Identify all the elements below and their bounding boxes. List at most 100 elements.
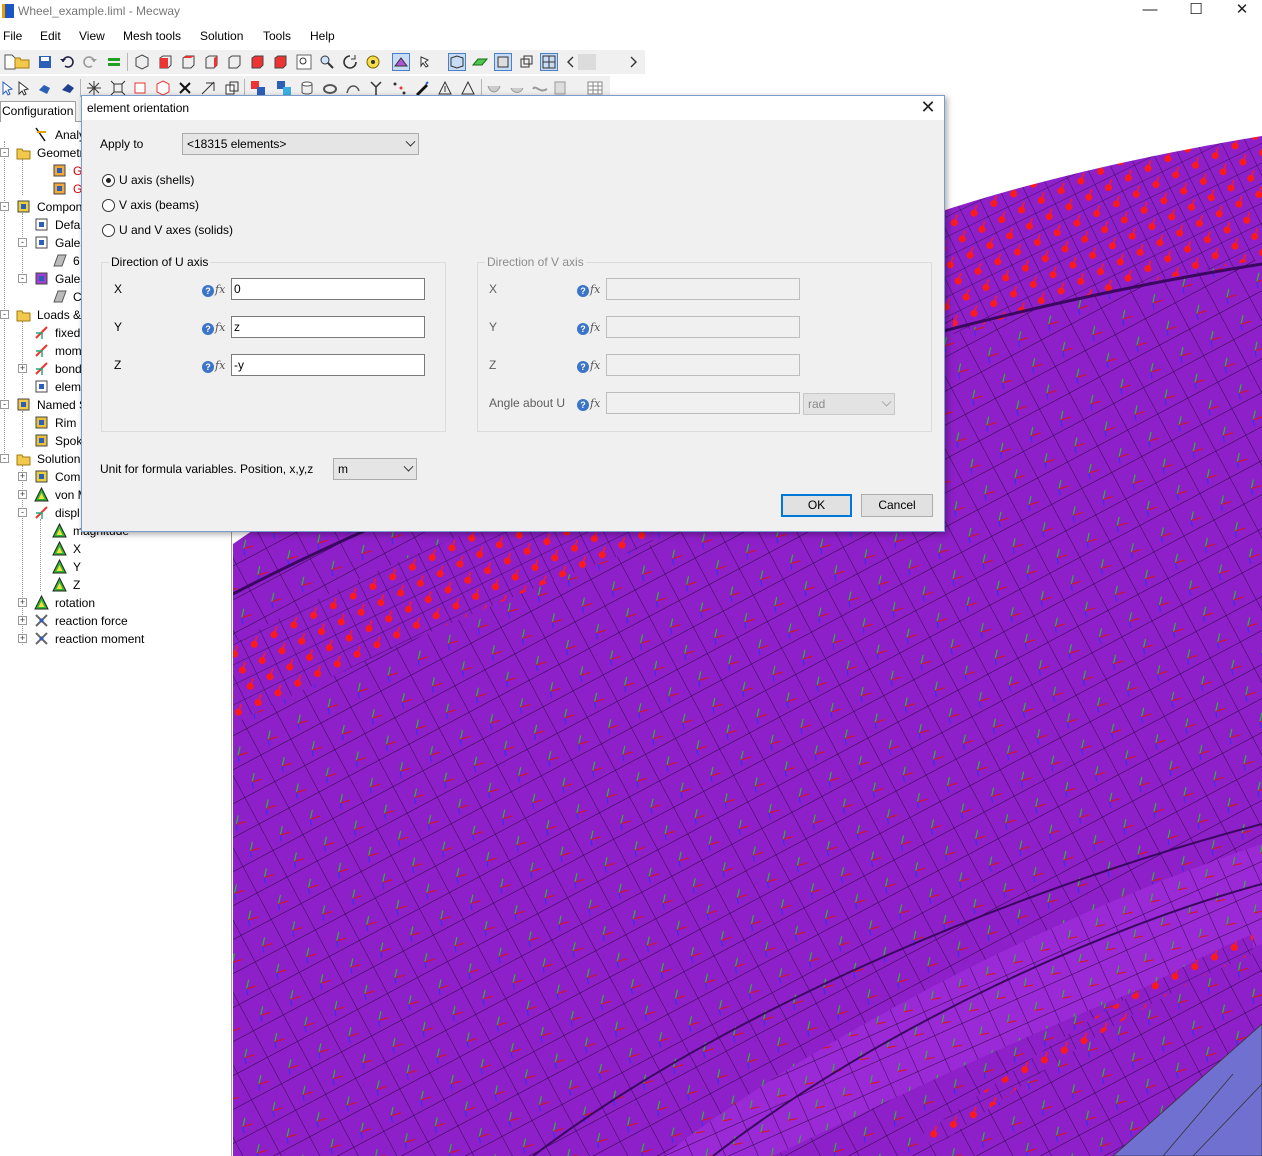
help-icon[interactable]: ? <box>202 285 214 297</box>
scatter-icon[interactable] <box>391 80 407 96</box>
select-mode-icon[interactable] <box>418 54 434 70</box>
probe-icon[interactable] <box>414 80 430 96</box>
collapse-icon[interactable]: - <box>18 508 27 517</box>
bowl-icon[interactable] <box>486 80 502 96</box>
delete-icon[interactable] <box>177 80 193 96</box>
fx-icon[interactable]: fx <box>590 283 600 296</box>
extrude-icon[interactable] <box>224 80 240 96</box>
u-z-input[interactable]: -y <box>231 354 425 376</box>
v-x-input[interactable] <box>606 278 800 300</box>
collapse-icon[interactable]: - <box>0 148 9 157</box>
mesh-view-icon[interactable] <box>540 53 558 71</box>
help-icon[interactable]: ? <box>202 323 214 335</box>
radio-v-axis-label[interactable]: V axis (beams) <box>119 198 199 212</box>
branch-icon[interactable] <box>368 80 384 96</box>
view-top-icon[interactable] <box>180 54 196 70</box>
help-icon[interactable]: ? <box>577 285 589 297</box>
torus-icon[interactable] <box>322 80 338 96</box>
fx-icon[interactable]: fx <box>215 321 225 334</box>
v-z-input[interactable] <box>606 354 800 376</box>
collapse-icon[interactable]: - <box>0 454 9 463</box>
u-x-input[interactable]: 0 <box>231 278 425 300</box>
redo-icon[interactable] <box>82 54 98 70</box>
zoom-icon[interactable] <box>319 54 335 70</box>
menu-mesh-tools[interactable]: Mesh tools <box>123 29 181 43</box>
tab-configuration[interactable]: Configuration <box>0 101 76 122</box>
pointer-icon[interactable] <box>0 80 16 96</box>
node-select-icon[interactable] <box>16 80 32 96</box>
minimize-button[interactable]: — <box>1127 0 1173 22</box>
rotate-icon[interactable] <box>342 54 358 70</box>
expand-icon[interactable]: + <box>18 364 27 373</box>
wave-icon[interactable] <box>532 80 548 96</box>
mesh-merge-icon[interactable] <box>276 80 292 96</box>
surface-icon[interactable] <box>472 54 488 70</box>
menu-file[interactable]: File <box>3 29 22 43</box>
radio-u-axis[interactable] <box>102 174 115 187</box>
expand-icon[interactable]: + <box>18 472 27 481</box>
grid-dropdown-icon[interactable] <box>553 80 569 96</box>
dialog-close-icon[interactable]: ✕ <box>920 97 936 118</box>
expand-icon[interactable]: + <box>18 490 27 499</box>
undo-icon[interactable] <box>59 54 75 70</box>
expand-icon[interactable]: + <box>18 634 27 643</box>
cube-icon[interactable] <box>155 80 171 96</box>
fx-icon[interactable]: fx <box>590 321 600 334</box>
split-icon[interactable] <box>200 80 216 96</box>
save-icon[interactable] <box>37 54 53 70</box>
radio-v-axis[interactable] <box>102 199 115 212</box>
solve-icon[interactable] <box>106 54 122 70</box>
radio-u-axis-label[interactable]: U axis (shells) <box>119 173 194 187</box>
element-select-icon[interactable] <box>60 80 76 96</box>
help-icon[interactable]: ? <box>577 323 589 335</box>
fx-icon[interactable]: fx <box>215 359 225 372</box>
shaded-view-icon[interactable] <box>392 53 410 71</box>
view-left-icon[interactable] <box>272 54 288 70</box>
sweep-icon[interactable] <box>345 80 361 96</box>
unit-select[interactable]: m <box>333 458 417 480</box>
collapse-icon[interactable]: - <box>0 202 9 211</box>
view-right-icon[interactable] <box>203 54 219 70</box>
view-back-icon[interactable] <box>226 54 242 70</box>
angle-unit-select[interactable]: rad <box>803 393 895 415</box>
menu-view[interactable]: View <box>79 29 105 43</box>
fx-icon[interactable]: fx <box>215 283 225 296</box>
v-y-input[interactable] <box>606 316 800 338</box>
pan-icon[interactable] <box>365 54 381 70</box>
collapse-icon[interactable]: - <box>0 310 9 319</box>
radio-uv-axes-label[interactable]: U and V axes (solids) <box>119 223 233 237</box>
shell-surface-icon[interactable] <box>509 80 525 96</box>
view-front-icon[interactable] <box>157 54 173 70</box>
menu-tools[interactable]: Tools <box>263 29 291 43</box>
view-iso-icon[interactable] <box>134 54 150 70</box>
square-icon[interactable] <box>132 80 148 96</box>
menu-help[interactable]: Help <box>310 29 335 43</box>
help-icon[interactable]: ? <box>577 399 589 411</box>
zoom-fit-icon[interactable] <box>296 54 312 70</box>
ok-button[interactable]: OK <box>781 494 852 517</box>
maximize-button[interactable]: ☐ <box>1173 0 1219 22</box>
cylinder-icon[interactable] <box>299 80 315 96</box>
view-bottom-icon[interactable] <box>249 54 265 70</box>
shrink-icon[interactable] <box>110 80 126 96</box>
scroll-left-icon[interactable] <box>563 54 579 70</box>
collapse-icon[interactable]: - <box>18 274 27 283</box>
triangle-icon[interactable] <box>460 80 476 96</box>
table-icon[interactable] <box>587 80 603 96</box>
help-icon[interactable]: ? <box>577 361 589 373</box>
collapse-icon[interactable]: - <box>18 238 27 247</box>
expand-icon[interactable]: + <box>18 616 27 625</box>
fx-icon[interactable]: fx <box>590 359 600 372</box>
menu-edit[interactable]: Edit <box>40 29 61 43</box>
help-icon[interactable]: ? <box>202 361 214 373</box>
menu-solution[interactable]: Solution <box>200 29 243 43</box>
close-window-button[interactable]: ✕ <box>1219 0 1262 22</box>
cancel-button[interactable]: Cancel <box>861 494 933 517</box>
face-select-icon[interactable] <box>37 80 53 96</box>
scroll-right-icon[interactable] <box>625 54 641 70</box>
wireframe-icon[interactable] <box>448 53 466 71</box>
mesh-refine-icon[interactable] <box>250 80 266 96</box>
u-y-input[interactable]: z <box>231 316 425 338</box>
collapse-icon[interactable]: - <box>0 400 9 409</box>
apply-to-select[interactable]: <18315 elements> <box>182 133 419 155</box>
